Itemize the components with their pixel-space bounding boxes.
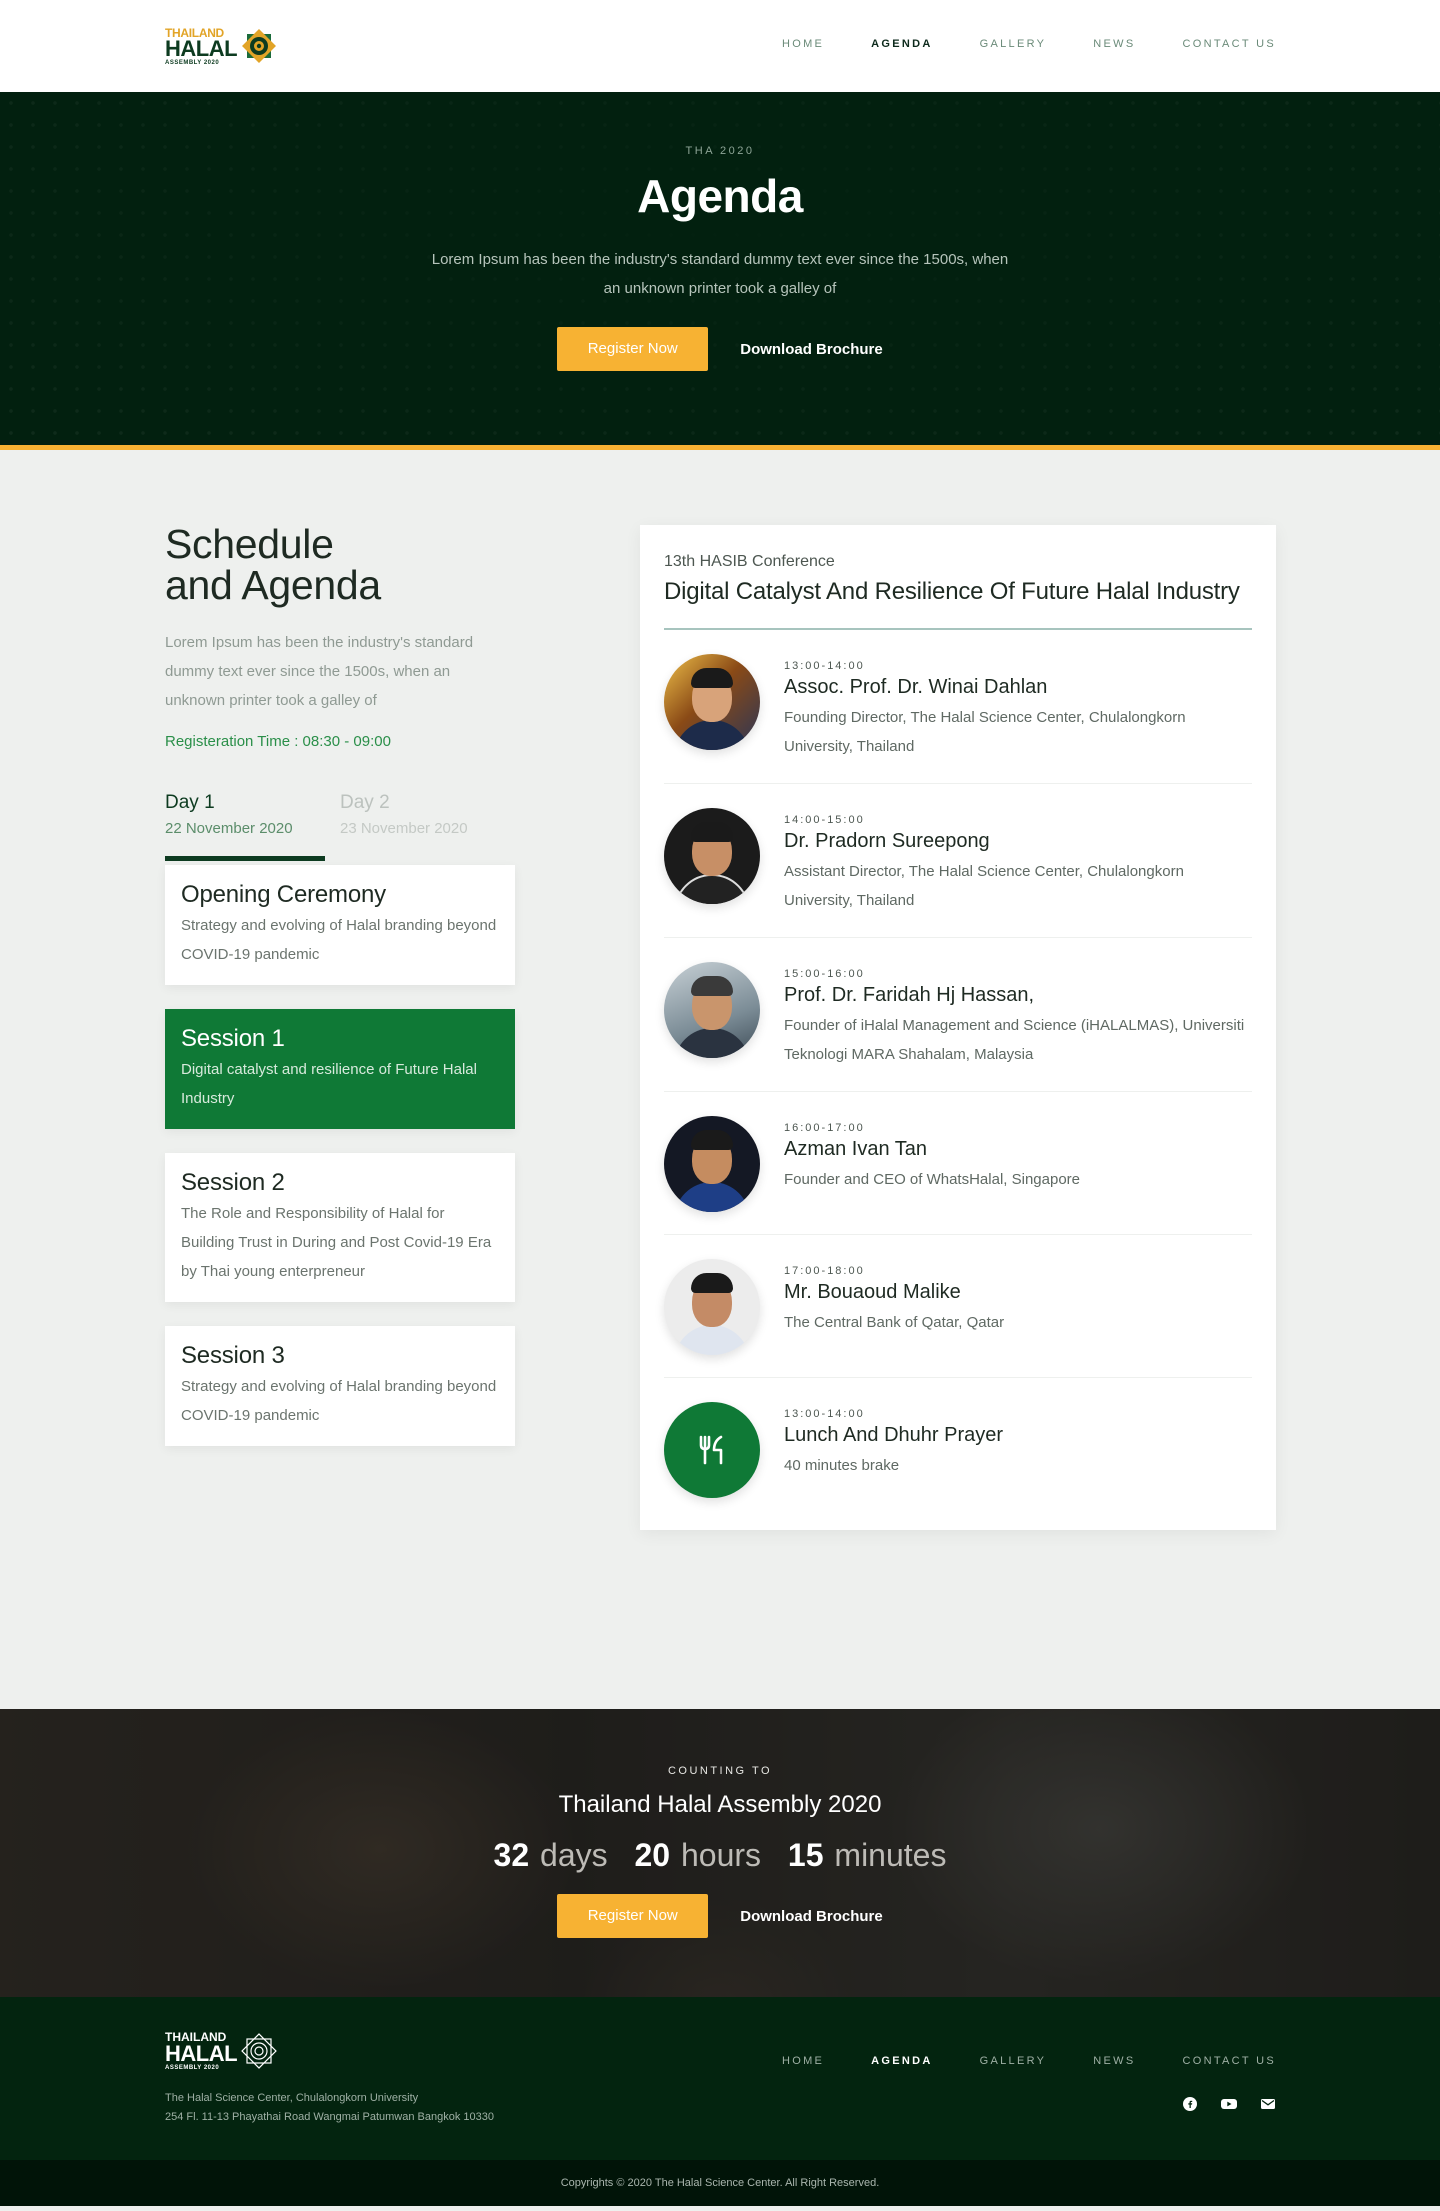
countdown-title: Thailand Halal Assembly 2020 [558, 1791, 882, 1818]
footer-nav-home[interactable]: HOME [782, 2055, 824, 2067]
nav-news[interactable]: NEWS [1093, 38, 1135, 50]
active-tab-indicator [165, 856, 325, 861]
hero-text: Lorem Ipsum has been the industry's stan… [431, 251, 1009, 297]
lunch-badge [664, 1402, 760, 1498]
session-item[interactable]: Opening Ceremony Strategy and evolving o… [165, 865, 515, 985]
speaker-item: 16:00-17:00 Azman Ivan Tan Founder and C… [664, 1092, 1252, 1235]
schedule-panel: Schedule and Agenda Lorem Ipsum has been… [165, 524, 515, 1470]
halal-star-icon [242, 29, 277, 63]
brand-logo[interactable]: THAILAND HALAL ASSEMBLY 2020 [165, 24, 280, 68]
footer-nav-agenda[interactable]: AGENDA [871, 2055, 932, 2067]
nav-contact[interactable]: CONTACT US [1183, 38, 1277, 50]
session-item[interactable]: Session 1 Digital catalyst and resilienc… [165, 1009, 515, 1129]
footer-address: The Halal Science Center, Chulalongkorn … [165, 2092, 494, 2123]
fork-knife-icon [699, 1435, 723, 1465]
minutes-unit: minutes [834, 1837, 947, 1873]
hero-eyebrow: THA 2020 [685, 145, 755, 157]
speaker-photo [664, 1259, 760, 1355]
footer: THAILAND HALAL ASSEMBLY 2020 The Halal S… [0, 1997, 1440, 2160]
speaker-item: 14:00-15:00 Dr. Pradorn Sureepong Assist… [664, 784, 1252, 938]
register-button[interactable]: Register Now [557, 327, 709, 371]
conference-subtitle: 13th HASIB Conference [664, 553, 835, 570]
footer-nav-contact[interactable]: CONTACT US [1183, 2055, 1277, 2067]
minutes-value: 15 [787, 1837, 824, 1873]
page-title: Agenda [637, 170, 803, 222]
youtube-icon[interactable] [1221, 2097, 1237, 2111]
footer-nav-news[interactable]: NEWS [1093, 2055, 1135, 2067]
register-button[interactable]: Register Now [557, 1894, 709, 1938]
download-brochure-link[interactable]: Download Brochure [740, 341, 883, 358]
session-list: Opening Ceremony Strategy and evolving o… [165, 865, 515, 1446]
schedule-title: Schedule and Agenda [165, 521, 381, 608]
hours-unit: hours [680, 1837, 762, 1873]
halal-star-icon [241, 2033, 277, 2069]
tab-day-2[interactable]: Day 2 23 November 2020 [340, 792, 515, 837]
speaker-item: 13:00-14:00 Lunch And Dhuhr Prayer 40 mi… [664, 1378, 1252, 1520]
tab-day-1[interactable]: Day 1 22 November 2020 [165, 792, 340, 837]
session-item[interactable]: Session 2 The Role and Responsibility of… [165, 1153, 515, 1302]
copyright-text: Copyrights © 2020 The Halal Science Cent… [560, 2177, 880, 2189]
nav-agenda[interactable]: AGENDA [871, 38, 932, 50]
speaker-photo [664, 962, 760, 1058]
footer-nav-gallery[interactable]: GALLERY [980, 2055, 1047, 2067]
facebook-icon[interactable] [1183, 2097, 1197, 2111]
session-item[interactable]: Session 3 Strategy and evolving of Halal… [165, 1326, 515, 1446]
speaker-item: 13:00-14:00 Assoc. Prof. Dr. Winai Dahla… [664, 630, 1252, 784]
schedule-desc: Lorem Ipsum has been the industry's stan… [165, 634, 474, 709]
countdown-section: COUNTING TO Thailand Halal Assembly 2020… [0, 1709, 1440, 1997]
session-detail-card: 13th HASIB Conference Digital Catalyst A… [640, 525, 1276, 1530]
days-value: 32 [493, 1837, 530, 1873]
copyright-bar: Copyrights © 2020 The Halal Science Cent… [0, 2160, 1440, 2206]
footer-menu: HOME AGENDA GALLERY NEWS CONTACT US [782, 2055, 1276, 2067]
agenda-section: Schedule and Agenda Lorem Ipsum has been… [0, 450, 1440, 1709]
countdown-timer: 32 days 20 hours 15 minutes [0, 1837, 1440, 1874]
social-links [1183, 2097, 1275, 2111]
speaker-photo [664, 654, 760, 750]
nav-home[interactable]: HOME [782, 38, 824, 50]
speaker-photo [664, 1116, 760, 1212]
hero-banner: THA 2020 Agenda Lorem Ipsum has been the… [0, 92, 1440, 450]
main-menu: HOME AGENDA GALLERY NEWS CONTACT US [782, 38, 1276, 50]
nav-gallery[interactable]: GALLERY [980, 38, 1047, 50]
countdown-eyebrow: COUNTING TO [667, 1765, 773, 1777]
speaker-photo [664, 808, 760, 904]
download-brochure-link[interactable]: Download Brochure [740, 1908, 883, 1925]
day-tabs: Day 1 22 November 2020 Day 2 23 November… [165, 792, 515, 861]
email-icon[interactable] [1261, 2097, 1275, 2111]
speaker-item: 15:00-16:00 Prof. Dr. Faridah Hj Hassan,… [664, 938, 1252, 1092]
days-unit: days [540, 1837, 608, 1873]
hours-value: 20 [634, 1837, 671, 1873]
top-nav: THAILAND HALAL ASSEMBLY 2020 HOME AGENDA… [0, 0, 1440, 92]
logo-line2: HALAL [165, 35, 238, 61]
registration-time: Registeration Time : 08:30 - 09:00 [165, 733, 391, 750]
speaker-item: 17:00-18:00 Mr. Bouaoud Malike The Centr… [664, 1235, 1252, 1378]
session-title: Digital Catalyst And Resilience Of Futur… [664, 578, 1240, 605]
footer-logo[interactable]: THAILAND HALAL ASSEMBLY 2020 [165, 2031, 279, 2071]
